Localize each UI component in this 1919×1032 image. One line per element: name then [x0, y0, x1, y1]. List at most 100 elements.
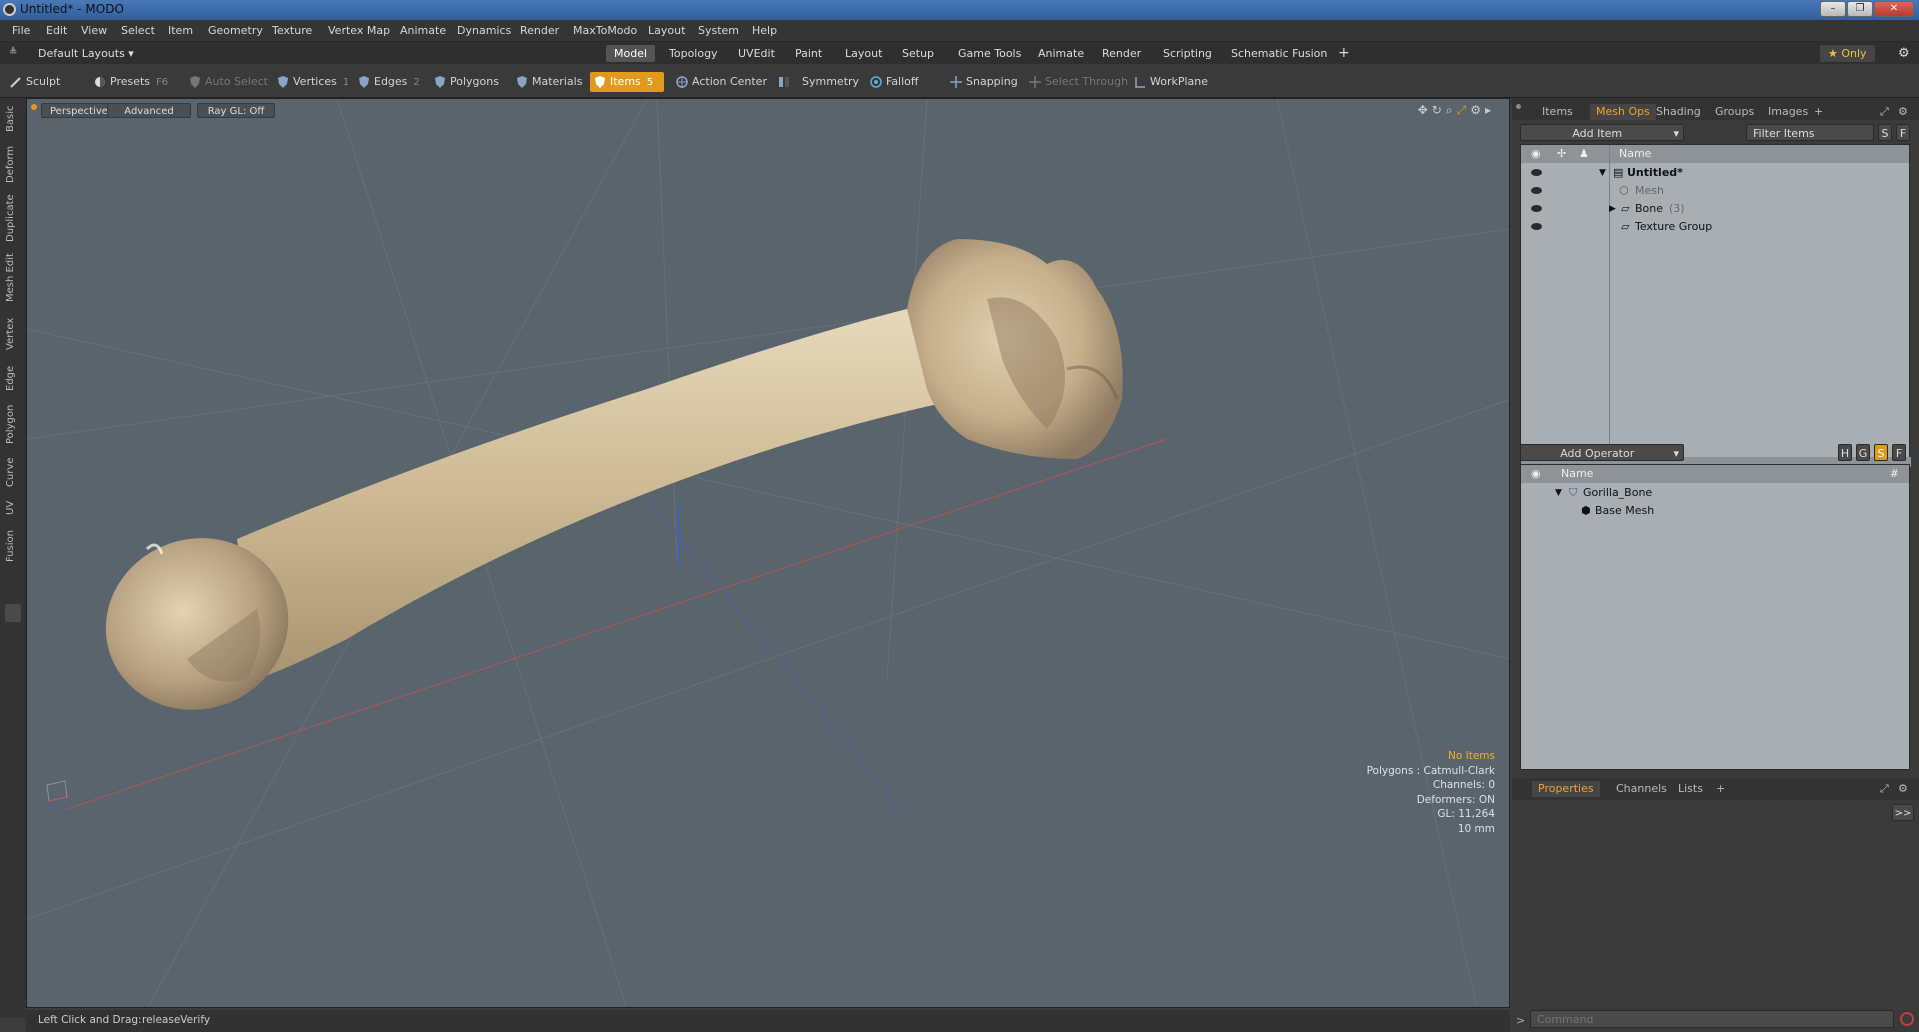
tab-model[interactable]: Model — [606, 45, 656, 62]
tab-schematic-fusion[interactable]: Schematic Fusion — [1223, 45, 1335, 62]
3d-viewport[interactable]: Perspective Advanced Ray GL: Off ✥↻⌕⤢⚙▸ … — [26, 98, 1510, 1008]
list-item[interactable]: ▱ Texture Group — [1521, 218, 1909, 236]
add-operator-dropdown[interactable]: Add Operator ▾ — [1520, 444, 1684, 461]
menu-vertex-map[interactable]: Vertex Map — [328, 24, 390, 37]
filter-items-input[interactable]: Filter Items — [1746, 124, 1874, 141]
viewport-menu-arrow-icon[interactable]: ▸ — [1485, 103, 1495, 117]
f-filter-button[interactable]: F — [1896, 124, 1910, 141]
tab-deform[interactable]: Deform — [5, 144, 21, 184]
tab-mesh-edit[interactable]: Mesh Edit — [5, 252, 21, 304]
edges-button[interactable]: Edges 2 — [354, 72, 424, 92]
h-button[interactable]: H — [1838, 444, 1852, 461]
pan-icon[interactable]: ✥ — [1418, 103, 1432, 117]
menu-texture[interactable]: Texture — [272, 24, 312, 37]
tab-uvedit[interactable]: UVEdit — [730, 45, 783, 62]
falloff-button[interactable]: Falloff — [866, 72, 922, 92]
menu-maxtomodo[interactable]: MaxToModo — [573, 24, 637, 37]
settings-gear-icon[interactable]: ⚙ — [1890, 45, 1918, 62]
visibility-eye-icon[interactable] — [1531, 205, 1542, 212]
list-item[interactable]: ▶ ▱ Bone (3) — [1521, 200, 1909, 218]
list-item[interactable]: ▼ ⛉ Gorilla_Bone — [1521, 484, 1909, 502]
action-center-button[interactable]: Action Center — [672, 72, 771, 92]
only-toggle[interactable]: ★ Only — [1820, 45, 1875, 62]
menu-render[interactable]: Render — [520, 24, 559, 37]
tab-game-tools[interactable]: Game Tools — [950, 45, 1029, 62]
tab-mesh-ops[interactable]: Mesh Ops — [1590, 104, 1656, 120]
list-item[interactable]: ⬡ Mesh — [1521, 182, 1909, 200]
tab-basic[interactable]: Basic — [5, 104, 21, 134]
select-through-button[interactable]: Select Through — [1025, 72, 1132, 92]
tab-scripting[interactable]: Scripting — [1155, 45, 1220, 62]
maximize-viewport-icon[interactable]: ⤢ — [1457, 103, 1471, 117]
menu-system[interactable]: System — [698, 24, 739, 37]
presets-button[interactable]: Presets F6 — [90, 72, 172, 92]
tab-groups[interactable]: Groups — [1709, 104, 1760, 120]
tab-vertex[interactable]: Vertex — [5, 314, 21, 354]
menu-animate[interactable]: Animate — [400, 24, 446, 37]
command-input[interactable] — [1530, 1010, 1894, 1028]
menu-item[interactable]: Item — [168, 24, 193, 37]
items-button[interactable]: Items 5 — [590, 72, 664, 92]
panel-gear-icon[interactable]: ⚙ — [1892, 781, 1914, 797]
tab-edge[interactable]: Edge — [5, 362, 21, 394]
tab-topology[interactable]: Topology — [661, 45, 726, 62]
expand-arrow-icon[interactable]: ▶ — [1609, 200, 1616, 218]
collapse-icon[interactable]: ≜ — [9, 47, 17, 58]
tab-animate[interactable]: Animate — [1030, 45, 1092, 62]
add-tab-icon[interactable]: + — [1330, 45, 1358, 62]
materials-button[interactable]: Materials — [512, 72, 586, 92]
auto-select-button[interactable]: Auto Select — [185, 72, 272, 92]
menu-geometry[interactable]: Geometry — [208, 24, 263, 37]
tab-channels[interactable]: Channels — [1610, 781, 1673, 797]
menu-file[interactable]: File — [12, 24, 30, 37]
s-button[interactable]: S — [1874, 444, 1888, 461]
projection-dropdown[interactable]: Perspective — [41, 103, 117, 118]
tab-lists[interactable]: Lists — [1672, 781, 1709, 797]
tab-paint[interactable]: Paint — [787, 45, 830, 62]
menu-edit[interactable]: Edit — [46, 24, 67, 37]
menu-view[interactable]: View — [81, 24, 107, 37]
mesh-ops-list[interactable]: ◉ Name # ▼ ⛉ Gorilla_Bone ⬢ Base Mesh — [1520, 464, 1910, 770]
tab-curve[interactable]: Curve — [5, 454, 21, 490]
tab-duplicate[interactable]: Duplicate — [5, 194, 21, 242]
menu-dynamics[interactable]: Dynamics — [457, 24, 511, 37]
sculpt-button[interactable]: Sculpt — [6, 72, 64, 92]
tab-shading[interactable]: Shading — [1650, 104, 1707, 120]
tab-properties[interactable]: Properties — [1532, 781, 1600, 797]
item-list[interactable]: ◉ ✢ ♟ Name ▼ ▤ Untitled* ⬡ Mesh ▶ ▱ Bone… — [1520, 144, 1911, 469]
panel-gear-icon[interactable]: ⚙ — [1892, 104, 1914, 120]
tab-setup[interactable]: Setup — [894, 45, 942, 62]
viewport-gear-icon[interactable]: ⚙ — [1470, 103, 1485, 117]
raygl-toggle[interactable]: Ray GL: Off — [197, 103, 275, 118]
list-item[interactable]: ⬢ Base Mesh — [1521, 502, 1909, 520]
maximize-button[interactable]: ❐ — [1847, 1, 1873, 17]
s-filter-button[interactable]: S — [1878, 124, 1892, 141]
vertices-button[interactable]: Vertices 1 — [273, 72, 353, 92]
workplane-button[interactable]: WorkPlane — [1130, 72, 1212, 92]
visibility-eye-icon[interactable] — [1531, 169, 1542, 176]
symmetry-button[interactable]: Symmetry — [774, 72, 863, 92]
tab-expand-toggle[interactable] — [5, 604, 21, 622]
tab-fusion[interactable]: Fusion — [5, 526, 21, 566]
command-record-icon[interactable] — [1900, 1012, 1914, 1026]
add-item-dropdown[interactable]: Add Item ▾ — [1520, 124, 1684, 141]
f-button[interactable]: F — [1892, 444, 1906, 461]
add-panel-tab-icon[interactable]: + — [1710, 781, 1731, 797]
default-layouts-dropdown[interactable]: Default Layouts ▾ — [30, 45, 142, 62]
polygons-button[interactable]: Polygons — [430, 72, 503, 92]
list-item[interactable]: ▼ ▤ Untitled* — [1521, 164, 1909, 182]
menu-select[interactable]: Select — [121, 24, 155, 37]
zoom-icon[interactable]: ⌕ — [1446, 103, 1457, 117]
tab-uv[interactable]: UV — [5, 498, 21, 518]
snapping-button[interactable]: Snapping — [946, 72, 1022, 92]
tab-polygon[interactable]: Polygon — [5, 402, 21, 446]
visibility-eye-icon[interactable] — [1531, 223, 1542, 230]
tab-layout[interactable]: Layout — [837, 45, 890, 62]
visibility-eye-icon[interactable] — [1531, 187, 1542, 194]
collapse-arrow-icon[interactable]: ▼ — [1555, 484, 1562, 502]
close-button[interactable]: ✕ — [1874, 1, 1914, 17]
collapse-arrow-icon[interactable]: ▼ — [1599, 164, 1606, 182]
tab-render[interactable]: Render — [1094, 45, 1149, 62]
add-panel-tab-icon[interactable]: + — [1808, 104, 1829, 120]
menu-layout[interactable]: Layout — [648, 24, 685, 37]
